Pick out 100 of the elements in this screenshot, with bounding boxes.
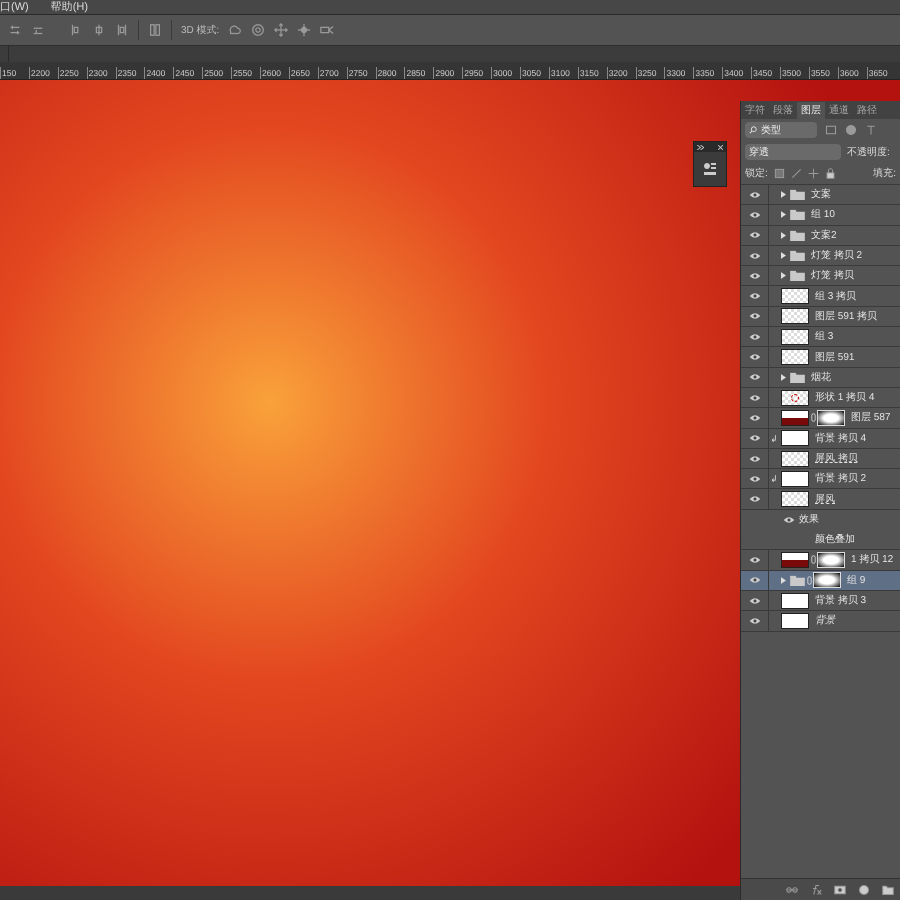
panel-tab[interactable]: 通道: [825, 102, 853, 119]
panel-tab[interactable]: 路径: [853, 102, 881, 119]
effect-name[interactable]: 颜色叠加: [815, 532, 855, 548]
layer-name[interactable]: 组 9: [847, 572, 866, 588]
fx-icon[interactable]: [810, 884, 822, 896]
menu-item[interactable]: 口(W): [0, 0, 29, 16]
eye-icon[interactable]: [748, 190, 760, 199]
move-icon[interactable]: [274, 23, 288, 37]
filter-dropdown[interactable]: 类型: [745, 122, 817, 138]
camera-icon[interactable]: [320, 23, 334, 37]
adjustment-icon[interactable]: [858, 884, 870, 896]
expand-icon[interactable]: [697, 144, 704, 150]
layer-row[interactable]: 背景 拷贝 2: [741, 469, 900, 490]
eye-icon[interactable]: [748, 272, 760, 280]
layer-row[interactable]: 背景 拷贝 3: [741, 590, 900, 612]
panel-tab[interactable]: 图层: [797, 102, 825, 119]
distribute-icon[interactable]: [148, 23, 162, 37]
caret-icon[interactable]: [781, 232, 786, 239]
eye-icon[interactable]: [748, 353, 760, 362]
layer-row[interactable]: 背景: [741, 611, 900, 632]
layer-name[interactable]: 图层 591 拷贝: [815, 308, 878, 324]
layer-row[interactable]: 组 9: [741, 570, 900, 591]
layer-row[interactable]: 图层 587: [741, 408, 900, 429]
layer-name[interactable]: 灯笼 拷贝 2: [811, 248, 862, 264]
layer-row[interactable]: 背景 拷贝 4: [741, 428, 900, 449]
layer-row[interactable]: 图层 591 拷贝: [741, 306, 900, 328]
layer-row[interactable]: 组 3: [741, 327, 900, 348]
layer-name[interactable]: 文案: [811, 187, 831, 202]
blend-mode-dropdown[interactable]: 穿透: [745, 144, 841, 160]
layer-row[interactable]: 1 拷贝 12: [741, 550, 900, 571]
layer-name[interactable]: 烟花: [811, 370, 831, 385]
layer-row[interactable]: 形状 1 拷贝 4: [741, 388, 900, 408]
close-icon[interactable]: [718, 144, 723, 150]
layer-row[interactable]: 图层 591: [741, 347, 900, 368]
caret-icon[interactable]: [781, 191, 786, 198]
eye-icon[interactable]: [748, 332, 760, 341]
eye-icon[interactable]: [748, 414, 760, 422]
layer-row[interactable]: 组 10: [741, 205, 900, 226]
layer-row[interactable]: 组 3 拷贝: [741, 286, 900, 307]
layer-name[interactable]: 组 3 拷贝: [815, 288, 856, 304]
eye-icon[interactable]: [748, 454, 760, 462]
layer-name[interactable]: 形状 1 拷贝 4: [815, 390, 874, 406]
eye-icon[interactable]: [783, 516, 795, 524]
layer-row[interactable]: 灯笼 拷贝: [741, 266, 900, 286]
layer-name[interactable]: 背景 拷贝 4: [815, 430, 866, 446]
image-filter-icon[interactable]: [825, 124, 837, 136]
align-icon[interactable]: [8, 23, 22, 37]
eye-icon[interactable]: [748, 312, 760, 320]
folder-icon[interactable]: [882, 884, 894, 896]
ruler-label: 2850: [405, 68, 426, 78]
type-filter-icon[interactable]: [865, 124, 877, 136]
eye-icon[interactable]: [748, 292, 760, 300]
layer-name[interactable]: 图层 587: [851, 410, 890, 426]
layer-name[interactable]: 屏风 拷贝: [815, 451, 858, 466]
move-icon[interactable]: [808, 168, 819, 179]
layer-name[interactable]: 灯笼 拷贝: [811, 268, 854, 284]
layer-name[interactable]: 屏风: [815, 492, 835, 507]
eye-icon[interactable]: [748, 474, 760, 483]
eye-icon[interactable]: [748, 596, 760, 605]
lock-icon[interactable]: [824, 168, 836, 179]
eye-icon[interactable]: [748, 616, 760, 625]
eye-icon[interactable]: [748, 373, 760, 382]
caret-icon[interactable]: [781, 374, 786, 381]
layer-name[interactable]: 组 3: [815, 329, 834, 344]
layer-row[interactable]: 屏风: [741, 489, 900, 510]
effects-label[interactable]: 效果: [799, 512, 819, 528]
layer-row[interactable]: 灯笼 拷贝 2: [741, 246, 900, 266]
layer-row[interactable]: 烟花: [741, 368, 900, 388]
panel-tab[interactable]: 段落: [769, 102, 797, 119]
eye-icon[interactable]: [748, 556, 760, 564]
eye-icon[interactable]: [748, 434, 760, 442]
eye-icon[interactable]: [748, 231, 760, 240]
caret-icon[interactable]: [781, 211, 786, 218]
layer-name[interactable]: 背景 拷贝 2: [815, 471, 866, 486]
eye-icon[interactable]: [748, 252, 760, 260]
panel-tab[interactable]: 字符: [741, 102, 769, 119]
scroll-bar[interactable]: [0, 886, 742, 900]
properties-icon[interactable]: [703, 162, 717, 176]
mask-icon[interactable]: [834, 884, 846, 896]
layer-name[interactable]: 图层 591: [815, 350, 854, 365]
ruler-label: 2550: [232, 68, 252, 78]
eye-icon[interactable]: [748, 394, 760, 402]
layer-name[interactable]: 文案2: [811, 228, 837, 243]
eye-icon[interactable]: [748, 576, 760, 584]
distribute-icon[interactable]: [115, 23, 129, 37]
layer-name[interactable]: 1 拷贝 12: [851, 552, 894, 568]
layer-name[interactable]: 背景 拷贝 3: [815, 593, 866, 608]
eye-icon[interactable]: [748, 495, 760, 504]
layer-row[interactable]: 屏风 拷贝: [741, 448, 900, 470]
eye-icon[interactable]: [748, 210, 760, 219]
layer-name[interactable]: 组 10: [811, 207, 835, 222]
caret-icon[interactable]: [781, 252, 786, 260]
layer-row[interactable]: 文案2: [741, 226, 900, 246]
adjustment-filter-icon[interactable]: [845, 124, 857, 136]
menu-item[interactable]: 帮助(H): [50, 0, 88, 16]
caret-icon[interactable]: [781, 272, 786, 280]
caret-icon[interactable]: [781, 576, 786, 584]
layer-row[interactable]: 文案: [741, 185, 900, 206]
layer-name[interactable]: 背景: [815, 613, 835, 628]
ruler-label: 3150: [578, 68, 599, 78]
